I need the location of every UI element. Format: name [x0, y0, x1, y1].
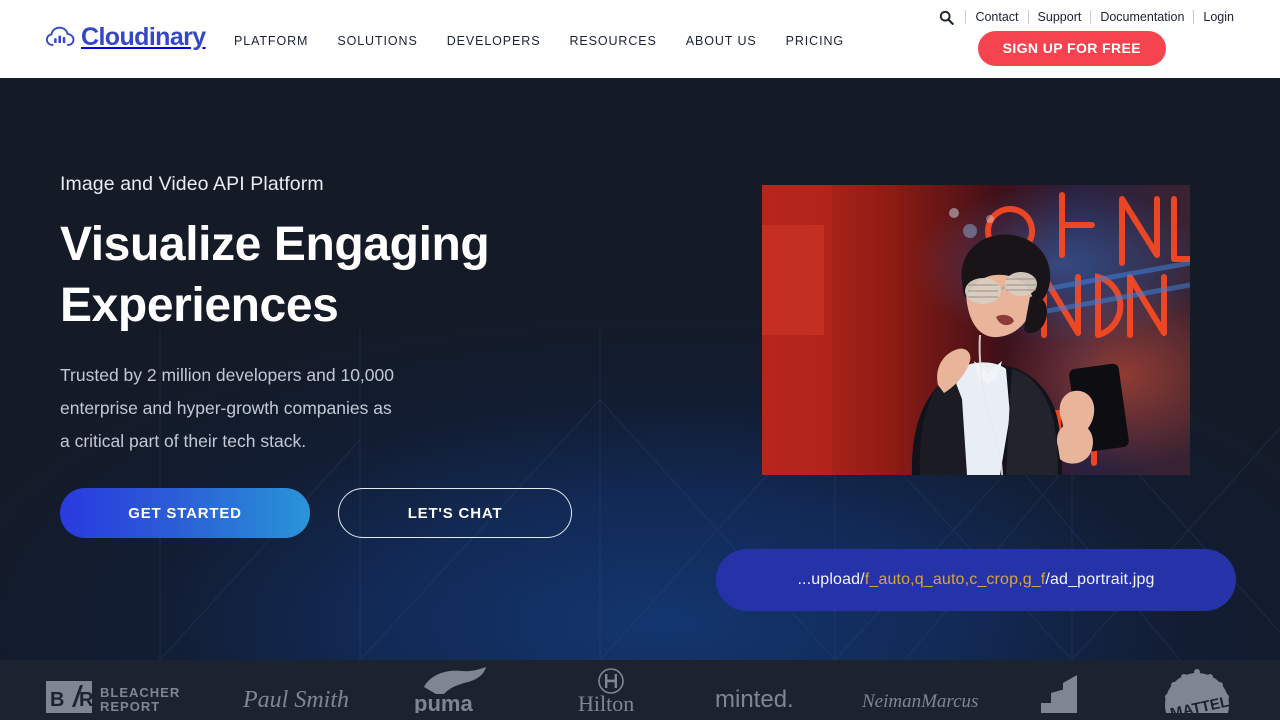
logo-wordmark: Cloudinary — [81, 23, 206, 51]
brand-logo-minted: minted. — [715, 667, 807, 713]
hero-photo — [762, 185, 1190, 475]
divider — [1193, 10, 1195, 24]
nav-item-pricing[interactable]: PRICING — [786, 34, 873, 48]
sign-up-for-free-button[interactable]: SIGN UP FOR FREE — [977, 31, 1166, 66]
subcopy-line-3: a critical part of their tech stack. — [60, 430, 307, 451]
customer-logo-strip: B R BLEACHER REPORT Paul Smith puma Hilt… — [0, 660, 1280, 720]
svg-text:B: B — [50, 689, 64, 711]
search-icon[interactable] — [939, 10, 956, 25]
site-header: Cloudinary PLATFORM SOLUTIONS DEVELOPERS… — [0, 0, 1280, 78]
hero-section: Image and Video API Platform Visualize E… — [0, 78, 1280, 660]
lets-chat-button[interactable]: LET'S CHAT — [338, 488, 572, 538]
util-item-contact[interactable]: Contact — [975, 10, 1018, 24]
hero-cta-row: GET STARTED LET'S CHAT — [60, 488, 572, 538]
subcopy-line-1: Trusted by 2 million developers and 10,0… — [60, 364, 394, 385]
hero-eyebrow: Image and Video API Platform — [60, 173, 324, 195]
divider — [965, 10, 967, 24]
hero-media-block: ...upload/f_auto,q_auto,c_crop,g_f/ad_po… — [716, 185, 1236, 611]
brand-logo-bleacher-report: B R BLEACHER REPORT — [46, 667, 186, 713]
svg-text:REPORT: REPORT — [100, 699, 160, 713]
nav-item-resources[interactable]: RESOURCES — [569, 34, 685, 48]
svg-text:R: R — [79, 689, 94, 711]
divider — [1027, 10, 1029, 24]
util-item-login[interactable]: Login — [1203, 10, 1234, 24]
brand-logo-puma: puma — [406, 667, 506, 713]
divider — [1090, 10, 1092, 24]
brand-logo-hilton: Hilton — [561, 667, 661, 713]
hero-headline: Visualize Engaging Experiences — [60, 214, 620, 337]
nav-item-solutions[interactable]: SOLUTIONS — [337, 34, 446, 48]
svg-text:Paul Smith: Paul Smith — [242, 687, 349, 713]
brand-logo-mattel: MATTEL — [1160, 667, 1234, 713]
cloud-bars-icon — [46, 22, 76, 52]
url-suffix: /ad_portrait.jpg — [1045, 571, 1155, 588]
hero-copy-block: Image and Video API Platform Visualize E… — [60, 173, 620, 458]
main-navigation: PLATFORM SOLUTIONS DEVELOPERS RESOURCES … — [234, 34, 873, 48]
url-prefix: ...upload/ — [797, 571, 865, 588]
transformation-url-pill: ...upload/f_auto,q_auto,c_crop,g_f/ad_po… — [716, 549, 1236, 611]
brand-logo-adidas — [1035, 667, 1105, 713]
util-item-documentation[interactable]: Documentation — [1100, 10, 1184, 24]
nav-item-about-us[interactable]: ABOUT US — [686, 34, 786, 48]
subcopy-line-2: enterprise and hyper-growth companies as — [60, 397, 392, 418]
headline-line-2: Experiences — [60, 279, 339, 333]
brand-logo-neiman-marcus: NeimanMarcus — [862, 667, 980, 713]
svg-text:BLEACHER: BLEACHER — [100, 685, 180, 700]
utility-navigation: Contact Support Documentation Login — [939, 7, 1234, 27]
cloudinary-logo[interactable]: Cloudinary — [46, 22, 206, 52]
util-item-support[interactable]: Support — [1038, 10, 1082, 24]
url-params: f_auto,q_auto,c_crop,g_f — [864, 571, 1046, 588]
svg-text:NeimanMarcus: NeimanMarcus — [862, 691, 978, 712]
hero-subcopy: Trusted by 2 million developers and 10,0… — [60, 359, 620, 458]
nav-item-platform[interactable]: PLATFORM — [234, 34, 337, 48]
get-started-button[interactable]: GET STARTED — [60, 488, 310, 538]
svg-text:minted.: minted. — [715, 686, 794, 713]
brand-logo-paul-smith: Paul Smith — [241, 667, 351, 713]
svg-text:Hilton: Hilton — [578, 691, 634, 713]
headline-line-1: Visualize Engaging — [60, 218, 490, 271]
nav-item-developers[interactable]: DEVELOPERS — [447, 34, 570, 48]
svg-text:puma: puma — [414, 691, 473, 713]
